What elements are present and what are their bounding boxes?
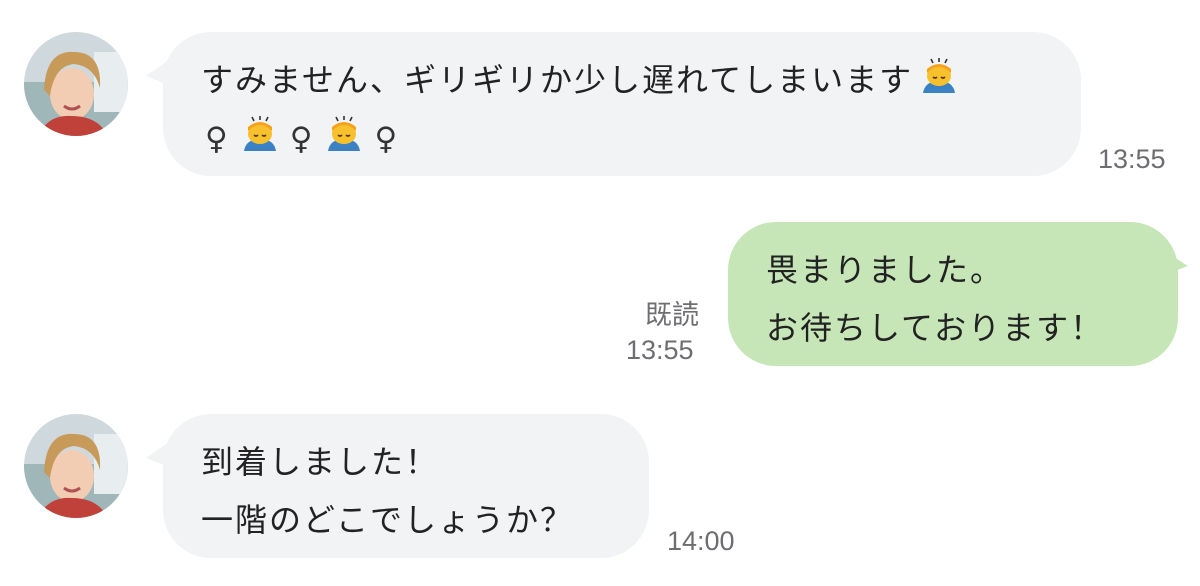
sender-avatar[interactable] — [24, 32, 128, 136]
message-text: 到着しました！ — [201, 443, 440, 481]
message-bubble-incoming[interactable]: すみません、ギリギリか少し遅れてしまいます ♀ ♀ ♀ — [163, 32, 1081, 176]
message-time: 14:00 — [667, 526, 735, 556]
person-bowing-icon — [240, 115, 280, 155]
sender-avatar[interactable] — [24, 414, 128, 518]
female-sign: ♀ — [205, 121, 230, 157]
message-text: 畏まりました。 — [766, 251, 1005, 289]
person-bowing-icon — [324, 115, 364, 155]
message-bubble-outgoing[interactable]: 畏まりました。 お待ちしております！ — [728, 222, 1178, 366]
female-sign: ♀ — [289, 121, 315, 157]
message-text: すみません、ギリギリか少し遅れてしまいます — [201, 51, 1045, 109]
message-time: 13:55 — [626, 335, 694, 365]
message-text-continuation: お待ちしております！ — [766, 309, 1105, 347]
person-bowing-icon — [919, 57, 959, 97]
message-time: 13:55 — [1098, 144, 1166, 174]
message-text-continuation: 一階のどこでしょうか？ — [201, 501, 575, 539]
message-text-continuation: ♀ ♀ ♀ — [201, 109, 1045, 168]
message-bubble-incoming[interactable]: 到着しました！ 一階のどこでしょうか？ — [163, 414, 649, 558]
read-receipt: 既読 — [645, 300, 699, 330]
female-sign: ♀ — [374, 121, 400, 157]
